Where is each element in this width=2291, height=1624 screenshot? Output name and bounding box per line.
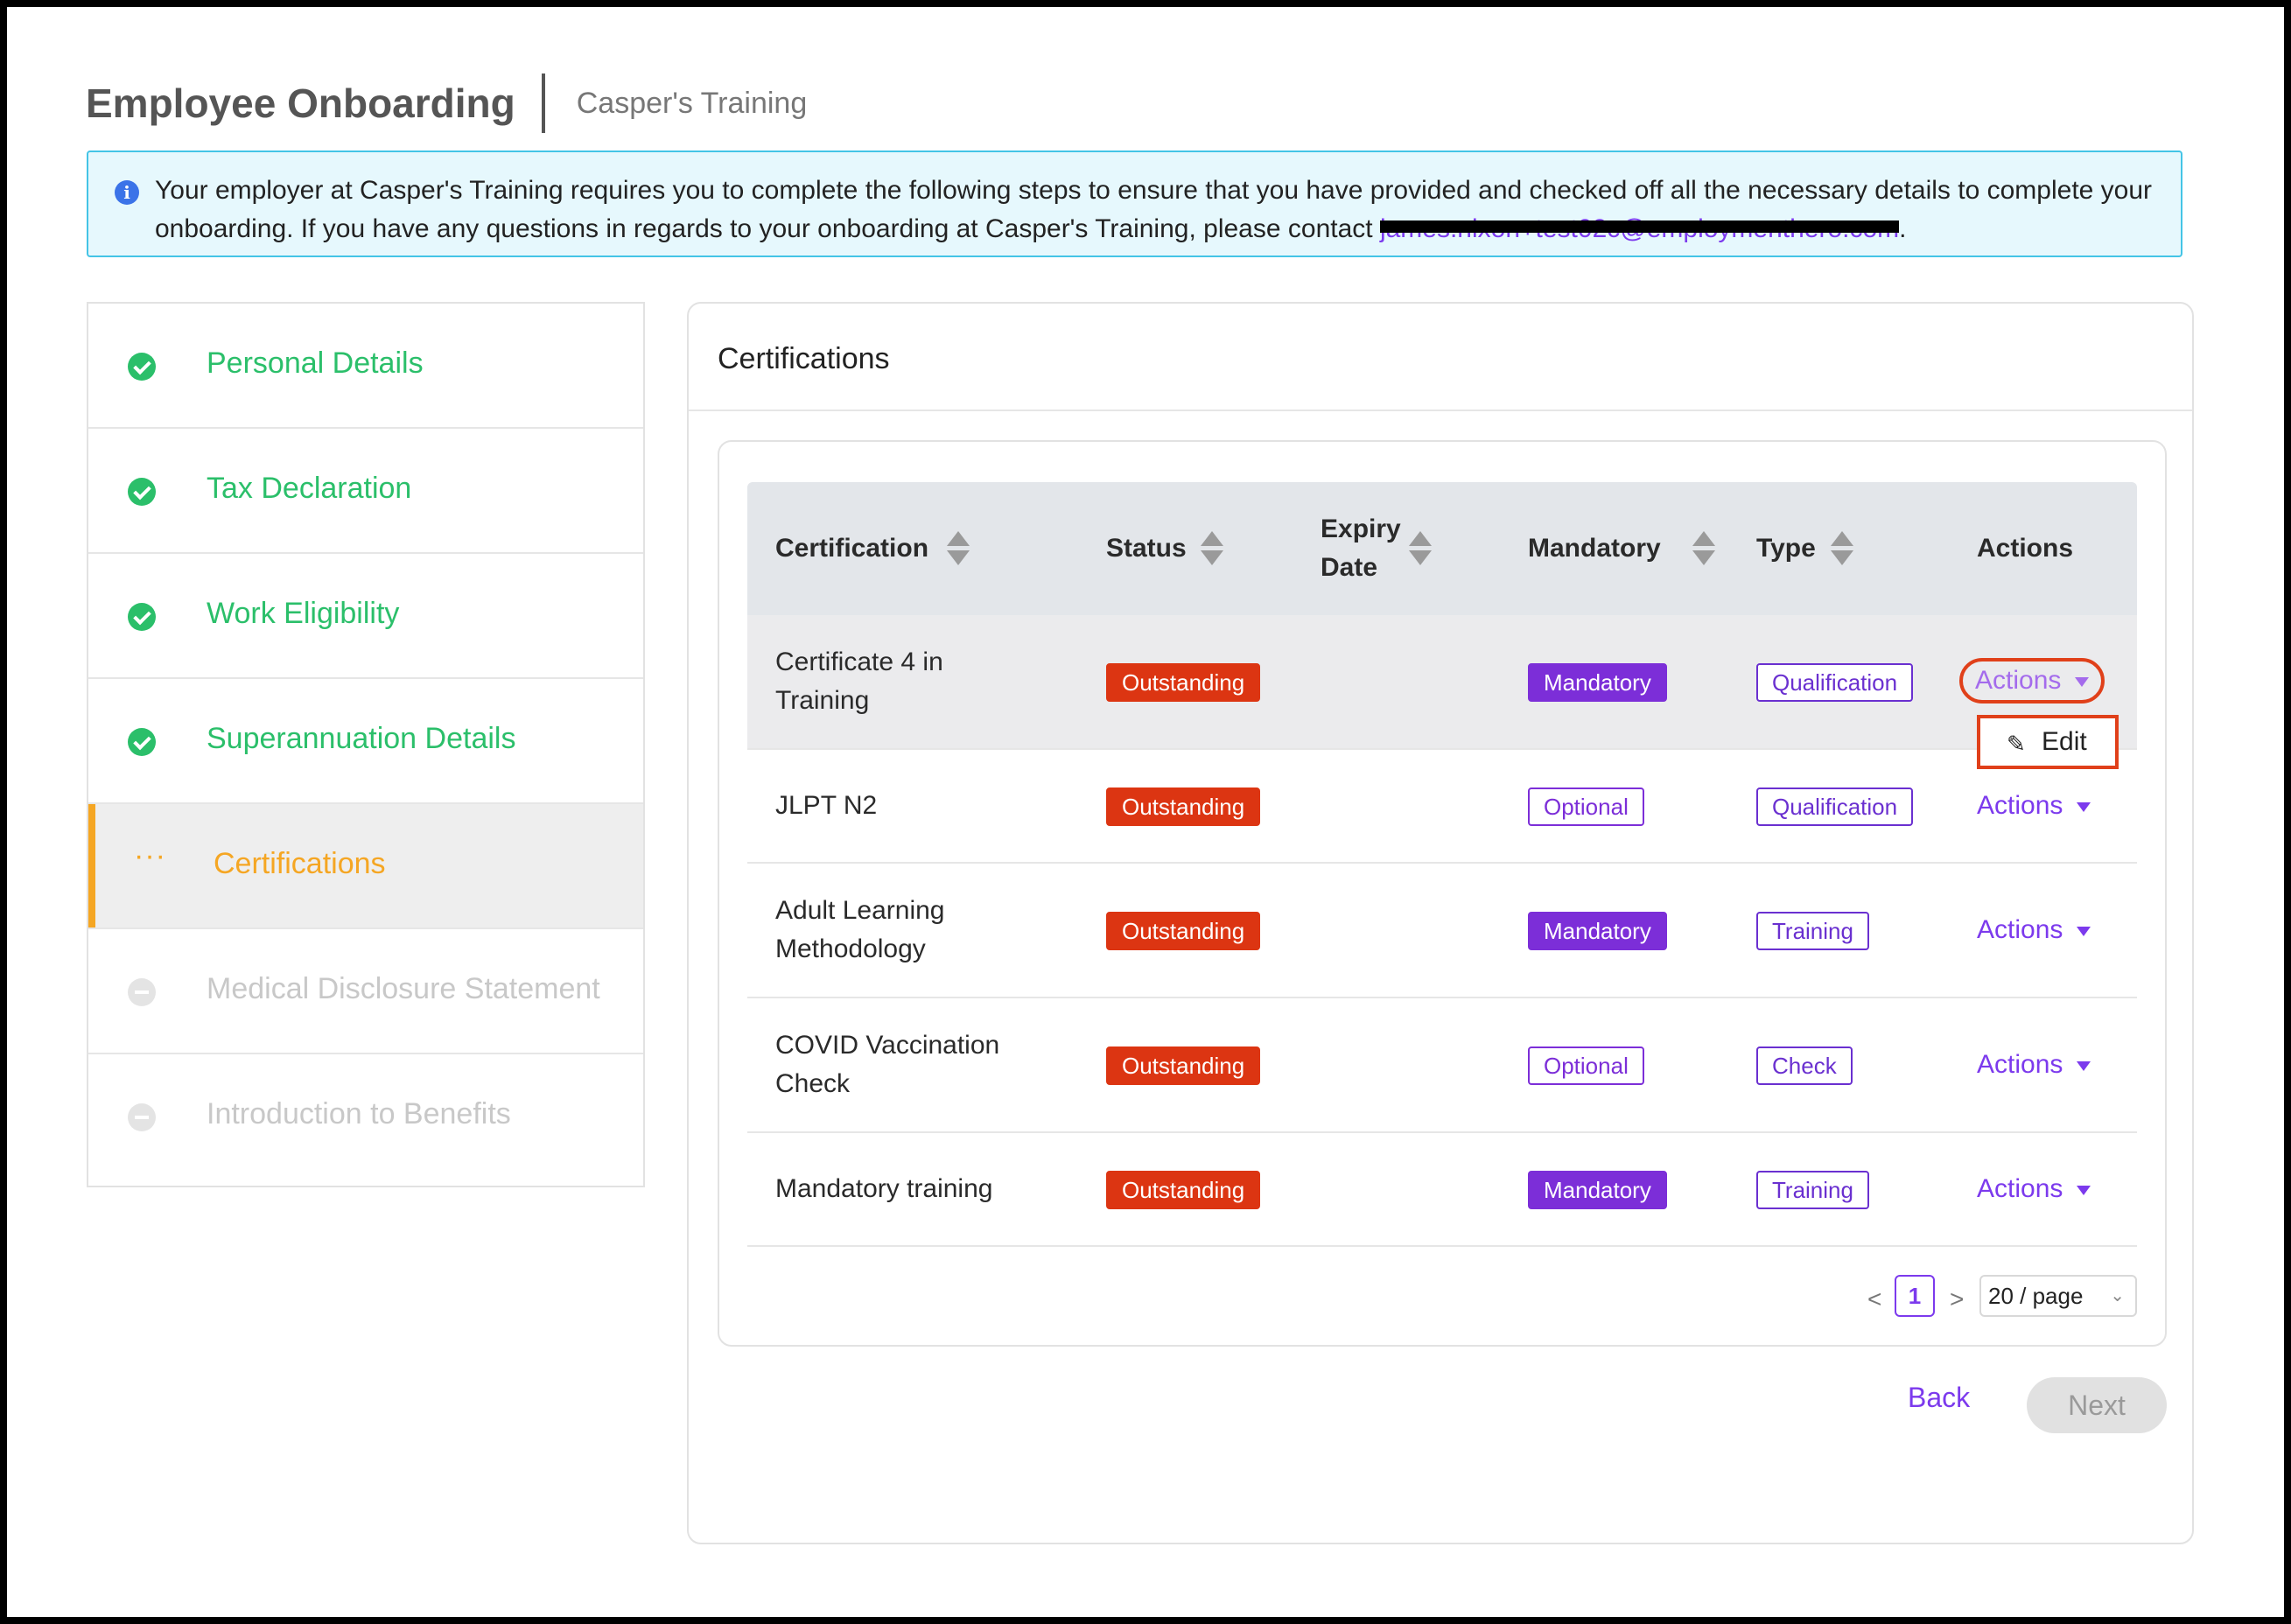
type-badge: Qualification (1756, 788, 1914, 826)
actions-label: Actions (1977, 791, 2063, 820)
mandatory-badge: Optional (1528, 1046, 1644, 1085)
banner-text: Your employer at Casper's Training requi… (155, 172, 2159, 248)
step-label: Introduction to Benefits (207, 1097, 511, 1130)
actions-dropdown[interactable]: Actions (1959, 658, 2105, 704)
type-badge: Training (1756, 1171, 1869, 1209)
type-badge: Check (1756, 1046, 1853, 1085)
page-size-select[interactable]: 20 / page ⌄ (1979, 1275, 2137, 1317)
sort-icon[interactable] (947, 529, 970, 568)
actions-dropdown[interactable]: Actions (1977, 1046, 2091, 1084)
step-tax-declaration[interactable]: Tax Declaration (88, 429, 643, 554)
step-label: Superannuation Details (207, 722, 516, 755)
minus-circle-icon (128, 1103, 156, 1131)
step-label: Personal Details (207, 346, 424, 380)
page-title: Employee Onboarding (86, 80, 515, 126)
card-title: Certifications (718, 342, 890, 375)
check-circle-icon (128, 353, 156, 381)
onboarding-steps: Personal Details Tax Declaration Work El… (87, 302, 645, 1187)
company-name: Casper's Training (576, 86, 808, 120)
step-label: Medical Disclosure Statement (207, 972, 600, 1005)
sort-icon[interactable] (1409, 529, 1432, 568)
check-circle-icon (128, 603, 156, 631)
step-personal-details[interactable]: Personal Details (88, 304, 643, 429)
edit-menu-item[interactable]: ✎ Edit (1977, 715, 2119, 769)
mandatory-badge: Mandatory (1528, 912, 1667, 950)
status-badge: Outstanding (1106, 1171, 1261, 1209)
type-badge: Qualification (1756, 663, 1914, 702)
contact-email-link[interactable]: james.nixon+test02c@employmenthero.com (1379, 210, 1900, 248)
status-badge: Outstanding (1106, 1046, 1261, 1085)
actions-dropdown[interactable]: Actions (1977, 1170, 2091, 1208)
caret-down-icon (2077, 802, 2091, 812)
in-progress-icon: ··· (134, 839, 166, 872)
step-label: Certifications (214, 847, 386, 880)
step-certifications[interactable]: ··· Certifications (88, 804, 643, 929)
certification-name: COVID Vaccination Check (775, 1031, 1000, 1098)
status-badge: Outstanding (1106, 912, 1261, 950)
page-size-value: 20 / page (1988, 1283, 2084, 1309)
mandatory-badge: Mandatory (1528, 663, 1667, 702)
column-header-actions: Actions (1977, 534, 2074, 563)
table-row: COVID Vaccination Check Outstanding Opti… (747, 998, 2137, 1133)
sort-icon[interactable] (1201, 529, 1223, 568)
column-header-certification[interactable]: Certification (775, 529, 928, 568)
table-header: Certification Status Expiry Date Mandato… (747, 482, 2137, 615)
actions-label: Actions (1975, 666, 2062, 695)
pagination-page-1[interactable]: 1 (1895, 1275, 1935, 1317)
actions-dropdown[interactable]: Actions (1977, 787, 2091, 825)
step-medical-disclosure[interactable]: Medical Disclosure Statement (88, 929, 643, 1054)
table-row: Mandatory training Outstanding Mandatory… (747, 1133, 2137, 1247)
pencil-icon: ✎ (2007, 731, 2026, 757)
caret-down-icon (2077, 926, 2091, 936)
back-button[interactable]: Back (1908, 1377, 1970, 1418)
sort-icon[interactable] (1831, 529, 1853, 568)
app-frame: Employee Onboarding Casper's Training i … (7, 7, 2284, 1617)
info-icon: i (115, 180, 139, 205)
pagination-prev-button[interactable]: < (1867, 1282, 1881, 1317)
step-introduction-to-benefits[interactable]: Introduction to Benefits (88, 1054, 643, 1180)
step-work-eligibility[interactable]: Work Eligibility (88, 554, 643, 679)
mandatory-badge: Mandatory (1528, 1171, 1667, 1209)
status-badge: Outstanding (1106, 788, 1261, 826)
table-row: Certificate 4 in Training Outstanding Ma… (747, 615, 2137, 750)
actions-label: Actions (1977, 1174, 2063, 1203)
caret-down-icon (2077, 1060, 2091, 1071)
check-circle-icon (128, 728, 156, 756)
certification-name: JLPT N2 (775, 791, 878, 820)
caret-down-icon (2077, 1185, 2091, 1195)
minus-circle-icon (128, 978, 156, 1006)
status-badge: Outstanding (1106, 663, 1261, 702)
certification-name: Certificate 4 in Training (775, 648, 943, 715)
sort-icon[interactable] (1692, 529, 1715, 568)
mandatory-badge: Optional (1528, 788, 1644, 826)
type-badge: Training (1756, 912, 1869, 950)
column-header-mandatory[interactable]: Mandatory (1528, 529, 1661, 568)
step-label: Work Eligibility (207, 597, 400, 630)
step-label: Tax Declaration (207, 472, 412, 505)
table-row: Adult Learning Methodology Outstanding M… (747, 864, 2137, 998)
actions-label: Actions (1977, 915, 2063, 944)
certification-name: Adult Learning Methodology (775, 896, 945, 963)
next-button[interactable]: Next (2027, 1377, 2167, 1433)
header-divider (541, 74, 545, 133)
actions-dropdown[interactable]: Actions (1977, 911, 2091, 949)
certification-name: Mandatory training (775, 1174, 993, 1203)
actions-label: Actions (1977, 1050, 2063, 1079)
edit-label: Edit (2042, 727, 2087, 756)
chevron-down-icon: ⌄ (2110, 1286, 2125, 1306)
caret-down-icon (2075, 676, 2090, 687)
page-header: Employee Onboarding Casper's Training (86, 68, 807, 138)
column-header-status[interactable]: Status (1106, 529, 1187, 568)
certifications-card: Certifications Certification Status Expi… (687, 302, 2194, 1544)
pagination-next-button[interactable]: > (1950, 1282, 1964, 1317)
info-banner: i Your employer at Casper's Training req… (87, 150, 2182, 257)
check-circle-icon (128, 478, 156, 506)
step-superannuation-details[interactable]: Superannuation Details (88, 679, 643, 804)
banner-message-end: . (1899, 214, 1907, 243)
certifications-table-container: Certification Status Expiry Date Mandato… (718, 440, 2167, 1347)
column-header-type[interactable]: Type (1756, 529, 1816, 568)
table-row: JLPT N2 Outstanding Optional Qualificati… (747, 750, 2137, 864)
card-divider (689, 410, 2192, 411)
